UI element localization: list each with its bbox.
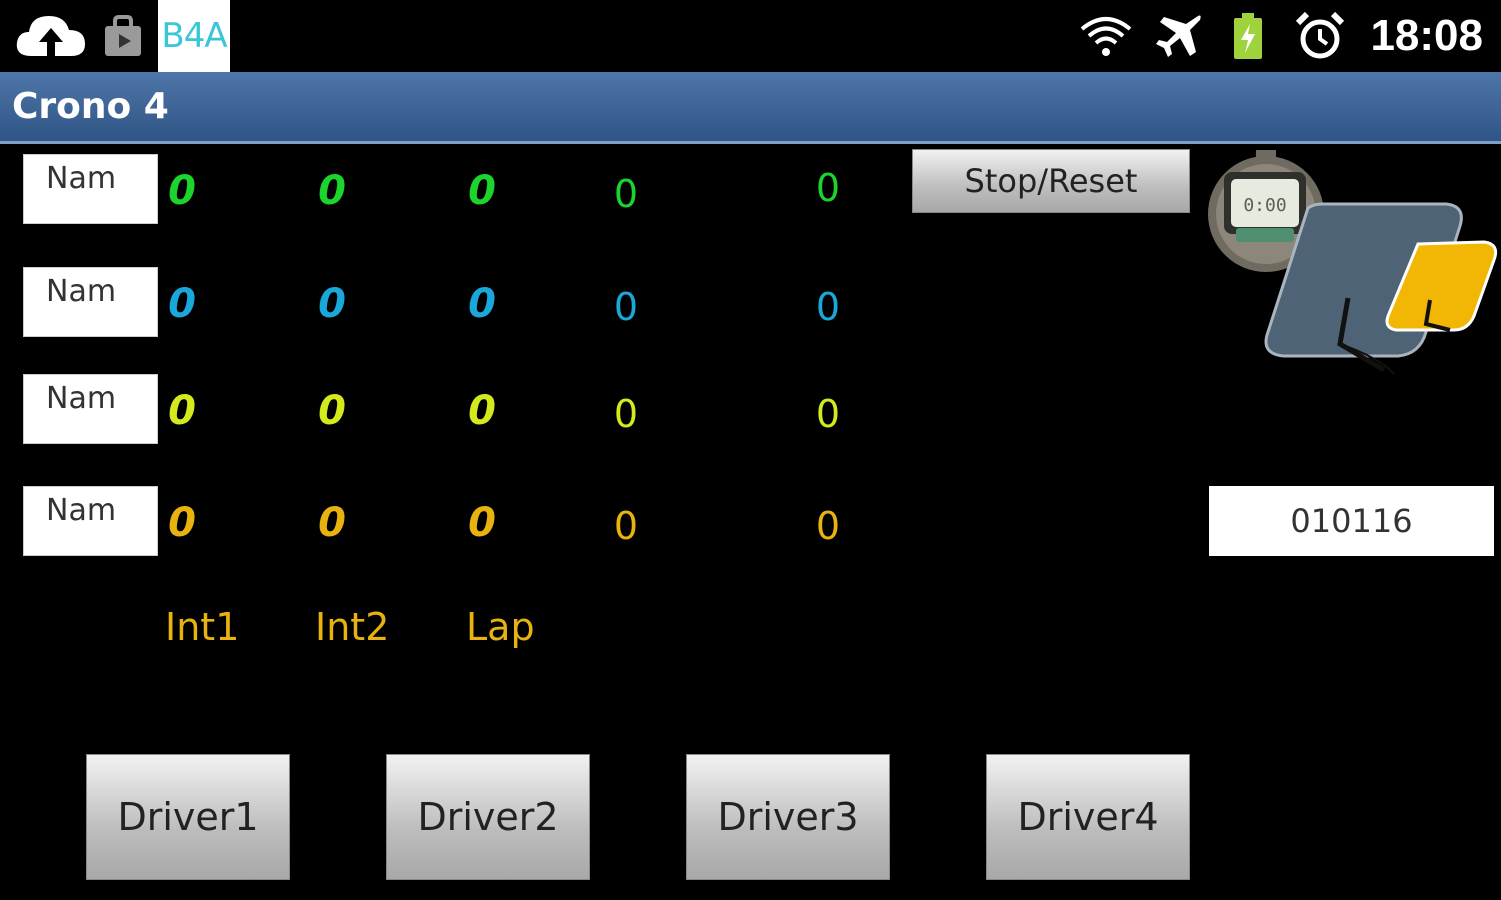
alarm-icon [1294,10,1346,62]
int2-column-label: Int2 [315,605,390,649]
app-badge: B4A [158,0,230,72]
driver1-button[interactable]: Driver1 [86,754,290,880]
driver-4-col5: 0 [815,504,841,548]
driver-3-name-field[interactable]: Nam [23,374,158,444]
driver-1-lap: 0 [468,168,496,214]
driver2-button[interactable]: Driver2 [386,754,590,880]
lap-column-label: Lap [466,605,535,649]
driver-3-int1: 0 [168,388,196,434]
driver-2-int1: 0 [168,281,196,327]
upload-cloud-icon [12,10,90,62]
status-bar: B4A 18:08 [0,0,1501,72]
b4a-badge-text: B4A [161,16,227,56]
driver-3-int2: 0 [318,388,346,434]
wifi-icon [1078,10,1134,62]
driver-2-col4: 0 [613,285,639,329]
driver3-button[interactable]: Driver3 [686,754,890,880]
driver-1-col5: 0 [815,166,841,210]
driver-3-col4: 0 [613,392,639,436]
driver-4-int2: 0 [318,500,346,546]
airplane-icon [1150,10,1206,62]
driver-1-int2: 0 [318,168,346,214]
driver-1-name-field[interactable]: Nam [23,154,158,224]
driver-2-name-field[interactable]: Nam [23,267,158,337]
driver-1-int1: 0 [168,168,196,214]
app-title: Crono 4 [12,86,169,127]
title-bar: Crono 4 [0,72,1501,144]
stop-reset-button[interactable]: Stop/Reset [912,149,1190,213]
driver-3-col5: 0 [815,392,841,436]
status-clock: 18:08 [1370,11,1483,60]
driver-4-col4: 0 [613,504,639,548]
app-logo: 0:00 [1198,148,1501,383]
driver-3-lap: 0 [468,388,496,434]
driver-2-col5: 0 [815,285,841,329]
driver4-button[interactable]: Driver4 [986,754,1190,880]
driver-4-name-field[interactable]: Nam [23,486,158,556]
code-field[interactable]: 010116 [1209,486,1494,556]
driver-2-int2: 0 [318,281,346,327]
driver-1-col4: 0 [613,172,639,216]
battery-charging-icon [1228,10,1268,62]
int1-column-label: Int1 [165,605,240,649]
driver-2-lap: 0 [468,281,496,327]
logo-stopwatch-display: 0:00 [1243,195,1286,216]
shopping-bag-icon [100,10,146,62]
driver-4-lap: 0 [468,500,496,546]
driver-4-int1: 0 [168,500,196,546]
